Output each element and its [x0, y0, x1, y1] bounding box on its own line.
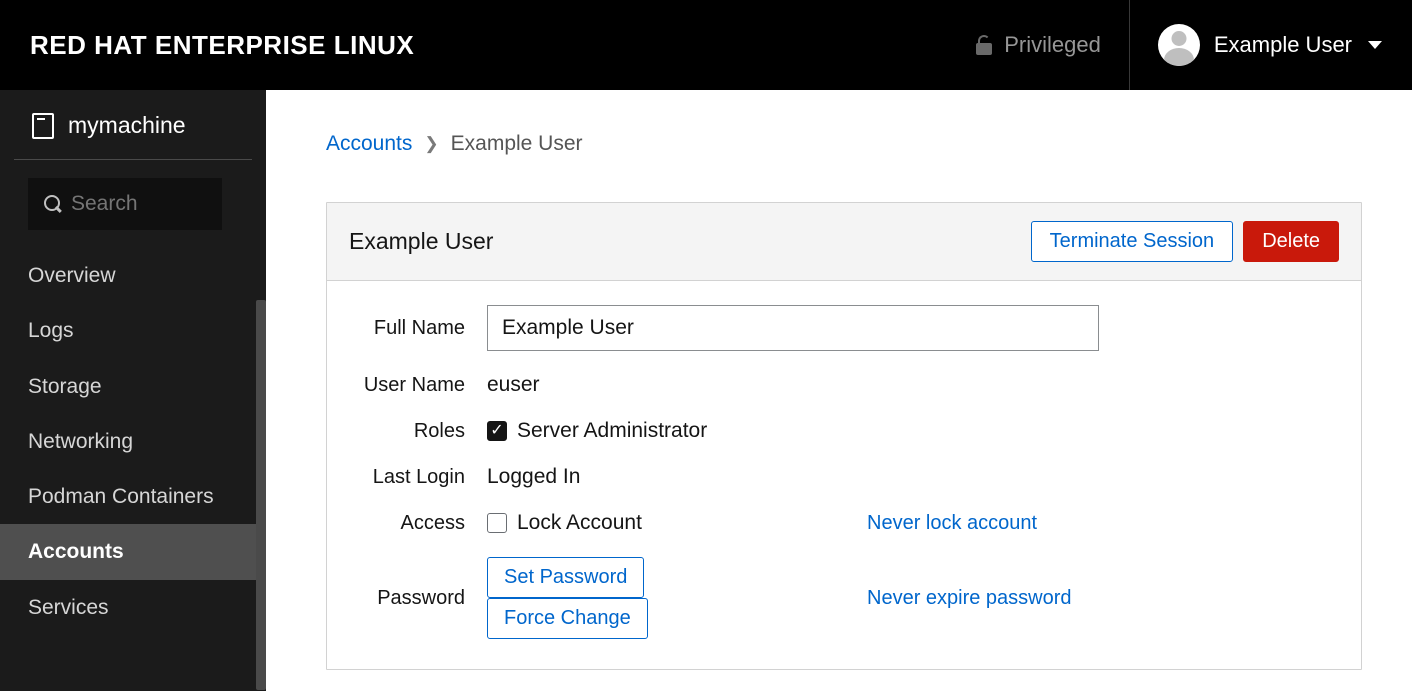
top-header: RED HAT ENTERPRISE LINUX Privileged Exam… [0, 0, 1412, 90]
search-input[interactable] [71, 192, 206, 216]
sidebar-scrollbar[interactable] [256, 90, 266, 691]
breadcrumb-root-link[interactable]: Accounts [326, 132, 412, 156]
sidebar-item-storage[interactable]: Storage [0, 359, 266, 414]
hostname-label: mymachine [68, 112, 186, 139]
never-expire-link[interactable]: Never expire password [867, 587, 1072, 609]
unlock-icon [976, 35, 992, 55]
sidebar-item-logs[interactable]: Logs [0, 303, 266, 358]
user-menu[interactable]: Example User [1130, 0, 1382, 90]
sidebar-item-podman[interactable]: Podman Containers [0, 469, 266, 524]
search-icon [44, 195, 59, 213]
account-card: Example User Terminate Session Delete Fu… [326, 202, 1362, 670]
brand-title: RED HAT ENTERPRISE LINUX [30, 30, 414, 61]
label-user-name: User Name [349, 374, 487, 397]
sidebar-item-networking[interactable]: Networking [0, 414, 266, 469]
delete-button[interactable]: Delete [1243, 221, 1339, 262]
privilege-toggle[interactable]: Privileged [976, 0, 1130, 90]
label-last-login: Last Login [349, 466, 487, 489]
last-login-value: Logged In [487, 465, 580, 489]
label-roles: Roles [349, 420, 487, 443]
chevron-right-icon: ❯ [424, 134, 438, 154]
account-card-header: Example User Terminate Session Delete [327, 203, 1361, 281]
role-label-text: Server Administrator [517, 419, 707, 443]
full-name-field[interactable] [487, 305, 1099, 351]
breadcrumb: Accounts ❯ Example User [326, 132, 1362, 156]
user-name-value: euser [487, 373, 540, 397]
lock-label-text: Lock Account [517, 511, 642, 535]
never-lock-link[interactable]: Never lock account [867, 512, 1037, 534]
role-server-admin[interactable]: ✓ Server Administrator [487, 419, 707, 443]
force-change-button[interactable]: Force Change [487, 598, 648, 639]
label-password: Password [349, 587, 487, 610]
sidebar-search[interactable] [28, 178, 222, 230]
main-content: Accounts ❯ Example User Example User Ter… [266, 90, 1412, 691]
privileged-label: Privileged [1004, 32, 1101, 58]
label-full-name: Full Name [349, 317, 487, 340]
avatar-icon [1158, 24, 1200, 66]
user-name-label: Example User [1214, 32, 1352, 58]
sidebar-item-services[interactable]: Services [0, 580, 266, 635]
account-title: Example User [349, 228, 1021, 255]
sidebar-nav: Overview Logs Storage Networking Podman … [0, 248, 266, 635]
breadcrumb-current: Example User [451, 132, 583, 156]
checkbox-unchecked-icon [487, 513, 507, 533]
caret-down-icon [1368, 41, 1382, 49]
lock-account-toggle[interactable]: Lock Account [487, 511, 727, 535]
sidebar-item-accounts[interactable]: Accounts [0, 524, 266, 579]
set-password-button[interactable]: Set Password [487, 557, 644, 598]
account-form: Full Name User Name euser Roles ✓ Server… [327, 281, 1361, 669]
terminate-session-button[interactable]: Terminate Session [1031, 221, 1234, 262]
host-switcher[interactable]: mymachine [14, 90, 252, 160]
sidebar-item-overview[interactable]: Overview [0, 248, 266, 303]
server-icon [32, 113, 54, 139]
sidebar: mymachine Overview Logs Storage Networki… [0, 90, 266, 691]
checkbox-checked-icon: ✓ [487, 421, 507, 441]
label-access: Access [349, 512, 487, 535]
